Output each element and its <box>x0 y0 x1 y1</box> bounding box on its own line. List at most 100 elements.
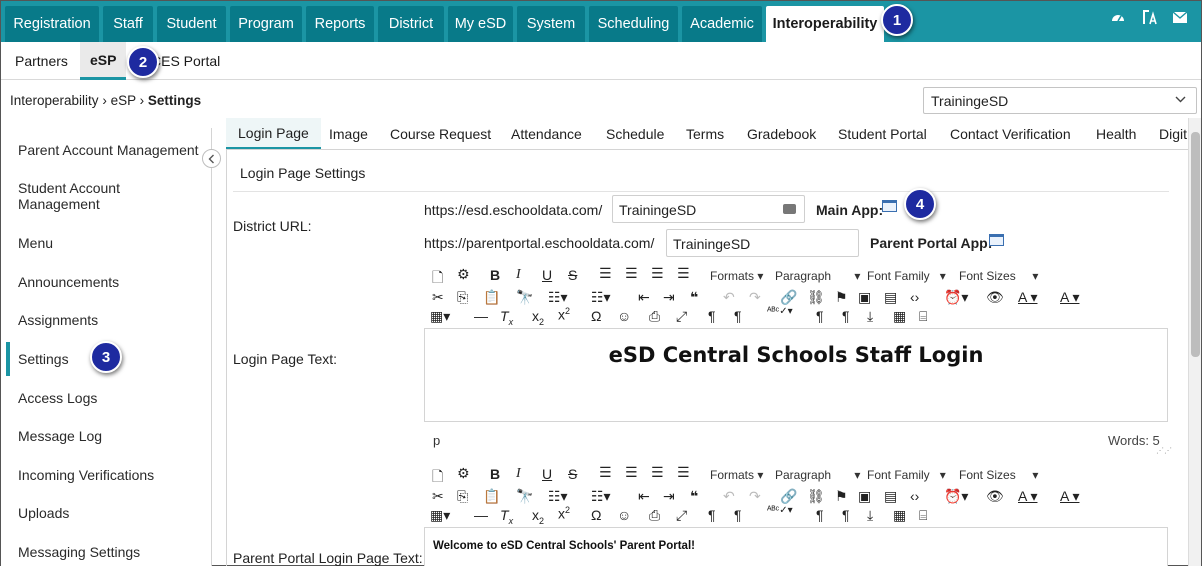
window-icon[interactable] <box>989 234 1004 246</box>
show-blocks-icon[interactable]: ¶ <box>816 507 824 523</box>
tab-terms[interactable]: Terms <box>686 118 724 149</box>
rtl-icon[interactable]: ¶ <box>734 308 742 324</box>
italic-icon[interactable]: I <box>516 267 521 283</box>
strikethrough-icon[interactable]: S <box>568 466 577 482</box>
insert-icon[interactable]: ⤓ <box>867 308 873 325</box>
find-icon[interactable]: 🔭 <box>516 488 533 505</box>
align-center-icon[interactable]: ☰ <box>625 265 638 282</box>
clear-format-icon[interactable]: Tx <box>500 507 513 526</box>
background-color-icon[interactable]: A ▾ <box>1060 488 1079 505</box>
esd-url-input[interactable]: TrainingeSD <box>612 195 805 223</box>
tab-student[interactable]: Student <box>157 6 226 42</box>
fullscreen-icon[interactable]: ⤢ <box>676 308 687 325</box>
tab-contact-verification[interactable]: Contact Verification <box>950 118 1071 149</box>
parent-portal-login-text-editor[interactable]: Welcome to eSD Central Schools' Parent P… <box>424 527 1168 566</box>
code-icon[interactable]: ‹› <box>910 488 919 504</box>
media-icon[interactable]: ▤ <box>884 289 897 306</box>
subnav-esp[interactable]: eSP <box>80 42 127 80</box>
subnav-partners[interactable]: Partners <box>15 42 68 80</box>
paragraph-dropdown[interactable]: Paragraph ▾ <box>775 468 860 482</box>
sidebar-item-messaging-settings[interactable]: Messaging Settings <box>18 544 140 560</box>
editor-path-status[interactable]: p <box>433 433 440 448</box>
sidebar-item-settings[interactable]: Settings <box>18 351 69 367</box>
sidebar-item-student-account-management[interactable]: Student Account Management <box>18 180 168 212</box>
special-character-icon[interactable]: Ω <box>591 507 601 523</box>
formats-dropdown[interactable]: Formats ▾ <box>710 468 763 482</box>
subnav-ces-portal[interactable]: CES Portal <box>151 42 220 80</box>
horizontal-rule-icon[interactable]: — <box>474 507 488 523</box>
login-page-text-editor[interactable]: eSD Central Schools Staff Login <box>424 328 1168 422</box>
visual-chars-icon[interactable]: ¶ <box>842 308 850 324</box>
align-right-icon[interactable]: ☰ <box>651 265 664 282</box>
strikethrough-icon[interactable]: S <box>568 267 577 283</box>
horizontal-rule-icon[interactable]: — <box>474 308 488 324</box>
image-icon[interactable]: ▣ <box>858 488 871 505</box>
tab-reports[interactable]: Reports <box>306 6 374 42</box>
spellcheck-icon[interactable]: ᴬᴮᶜ✓▾ <box>767 505 793 516</box>
rtl-icon[interactable]: ¶ <box>734 507 742 523</box>
mail-icon[interactable] <box>1173 12 1187 23</box>
tab-health[interactable]: Health <box>1096 118 1136 149</box>
indent-icon[interactable]: ⇥ <box>663 488 675 505</box>
tab-academic[interactable]: Academic <box>682 6 762 42</box>
sidebar-item-parent-account-management[interactable]: Parent Account Management <box>18 142 199 158</box>
cut-icon[interactable]: ✂ <box>432 289 444 306</box>
paste-icon[interactable]: 📋 <box>483 289 500 306</box>
spellcheck-icon[interactable]: ᴬᴮᶜ✓▾ <box>767 306 793 317</box>
undo-icon[interactable]: ↶ <box>723 289 735 306</box>
bookmark-icon[interactable]: ⚑ <box>835 488 848 505</box>
sidebar-item-menu[interactable]: Menu <box>18 235 53 251</box>
bookmark-icon[interactable]: ⚑ <box>835 289 848 306</box>
superscript-icon[interactable]: x2 <box>558 505 570 522</box>
find-icon[interactable]: 🔭 <box>516 289 533 306</box>
font-family-dropdown[interactable]: Font Family ▾ <box>867 468 946 482</box>
tab-registration[interactable]: Registration <box>5 6 99 42</box>
link-icon[interactable]: 🔗 <box>780 289 797 306</box>
align-center-icon[interactable]: ☰ <box>625 464 638 481</box>
blockquote-icon[interactable]: ❝ <box>690 289 698 306</box>
tab-login-page[interactable]: Login Page <box>226 118 321 149</box>
font-sizes-dropdown[interactable]: Font Sizes ▾ <box>959 468 1038 482</box>
clock-icon[interactable]: ⏰▾ <box>944 289 968 306</box>
sidebar-item-incoming-verifications[interactable]: Incoming Verifications <box>18 467 154 483</box>
table-icon[interactable]: ▦▾ <box>430 308 450 325</box>
editor-content-heading[interactable]: eSD Central Schools Staff Login <box>425 343 1167 367</box>
formats-dropdown[interactable]: Formats ▾ <box>710 269 763 283</box>
tab-student-portal[interactable]: Student Portal <box>838 118 927 149</box>
visual-chars-icon[interactable]: ¶ <box>842 507 850 523</box>
unlink-icon[interactable]: ⛓ <box>807 488 825 505</box>
outdent-icon[interactable]: ⇤ <box>638 289 650 306</box>
tab-district[interactable]: District <box>378 6 444 42</box>
editor-content-welcome[interactable]: Welcome to eSD Central Schools' Parent P… <box>433 540 695 552</box>
special-character-icon[interactable]: Ω <box>591 308 601 324</box>
link-icon[interactable]: 🔗 <box>780 488 797 505</box>
tab-schedule[interactable]: Schedule <box>606 118 664 149</box>
justify-icon[interactable]: ☰ <box>677 265 690 282</box>
emoticon-icon[interactable]: ☺ <box>617 308 631 324</box>
template-icon[interactable]: ▦ <box>893 308 906 325</box>
template-icon[interactable]: ▦ <box>893 507 906 524</box>
media-icon[interactable]: ▤ <box>884 488 897 505</box>
italic-icon[interactable]: I <box>516 466 521 482</box>
text-color-icon[interactable]: A ▾ <box>1018 488 1037 505</box>
emoticon-icon[interactable]: ☺ <box>617 507 631 523</box>
indent-icon[interactable]: ⇥ <box>663 289 675 306</box>
superscript-icon[interactable]: x2 <box>558 306 570 323</box>
tab-program[interactable]: Program <box>230 6 302 42</box>
show-blocks-icon[interactable]: ¶ <box>816 308 824 324</box>
gear-icon[interactable]: ⚙ <box>457 266 470 283</box>
background-color-icon[interactable]: A ▾ <box>1060 289 1079 306</box>
tab-course-request[interactable]: Course Request <box>390 118 491 149</box>
resize-handle[interactable]: ⋰⋰ <box>1156 446 1172 455</box>
tab-scheduling[interactable]: Scheduling <box>589 6 678 42</box>
page-break-icon[interactable]: ⌸ <box>919 507 927 524</box>
tab-my-esd[interactable]: My eSD <box>448 6 513 42</box>
align-left-icon[interactable]: ☰ <box>599 464 612 481</box>
paragraph-dropdown[interactable]: Paragraph ▾ <box>775 269 860 283</box>
parent-portal-url-input[interactable]: TrainingeSD <box>666 229 859 257</box>
subscript-icon[interactable]: x2 <box>532 308 544 327</box>
print-icon[interactable]: ⎙ <box>649 308 660 325</box>
bullet-list-icon[interactable]: ☷▾ <box>548 289 568 306</box>
ltr-icon[interactable]: ¶ <box>708 308 716 324</box>
underline-icon[interactable]: U <box>542 267 552 283</box>
